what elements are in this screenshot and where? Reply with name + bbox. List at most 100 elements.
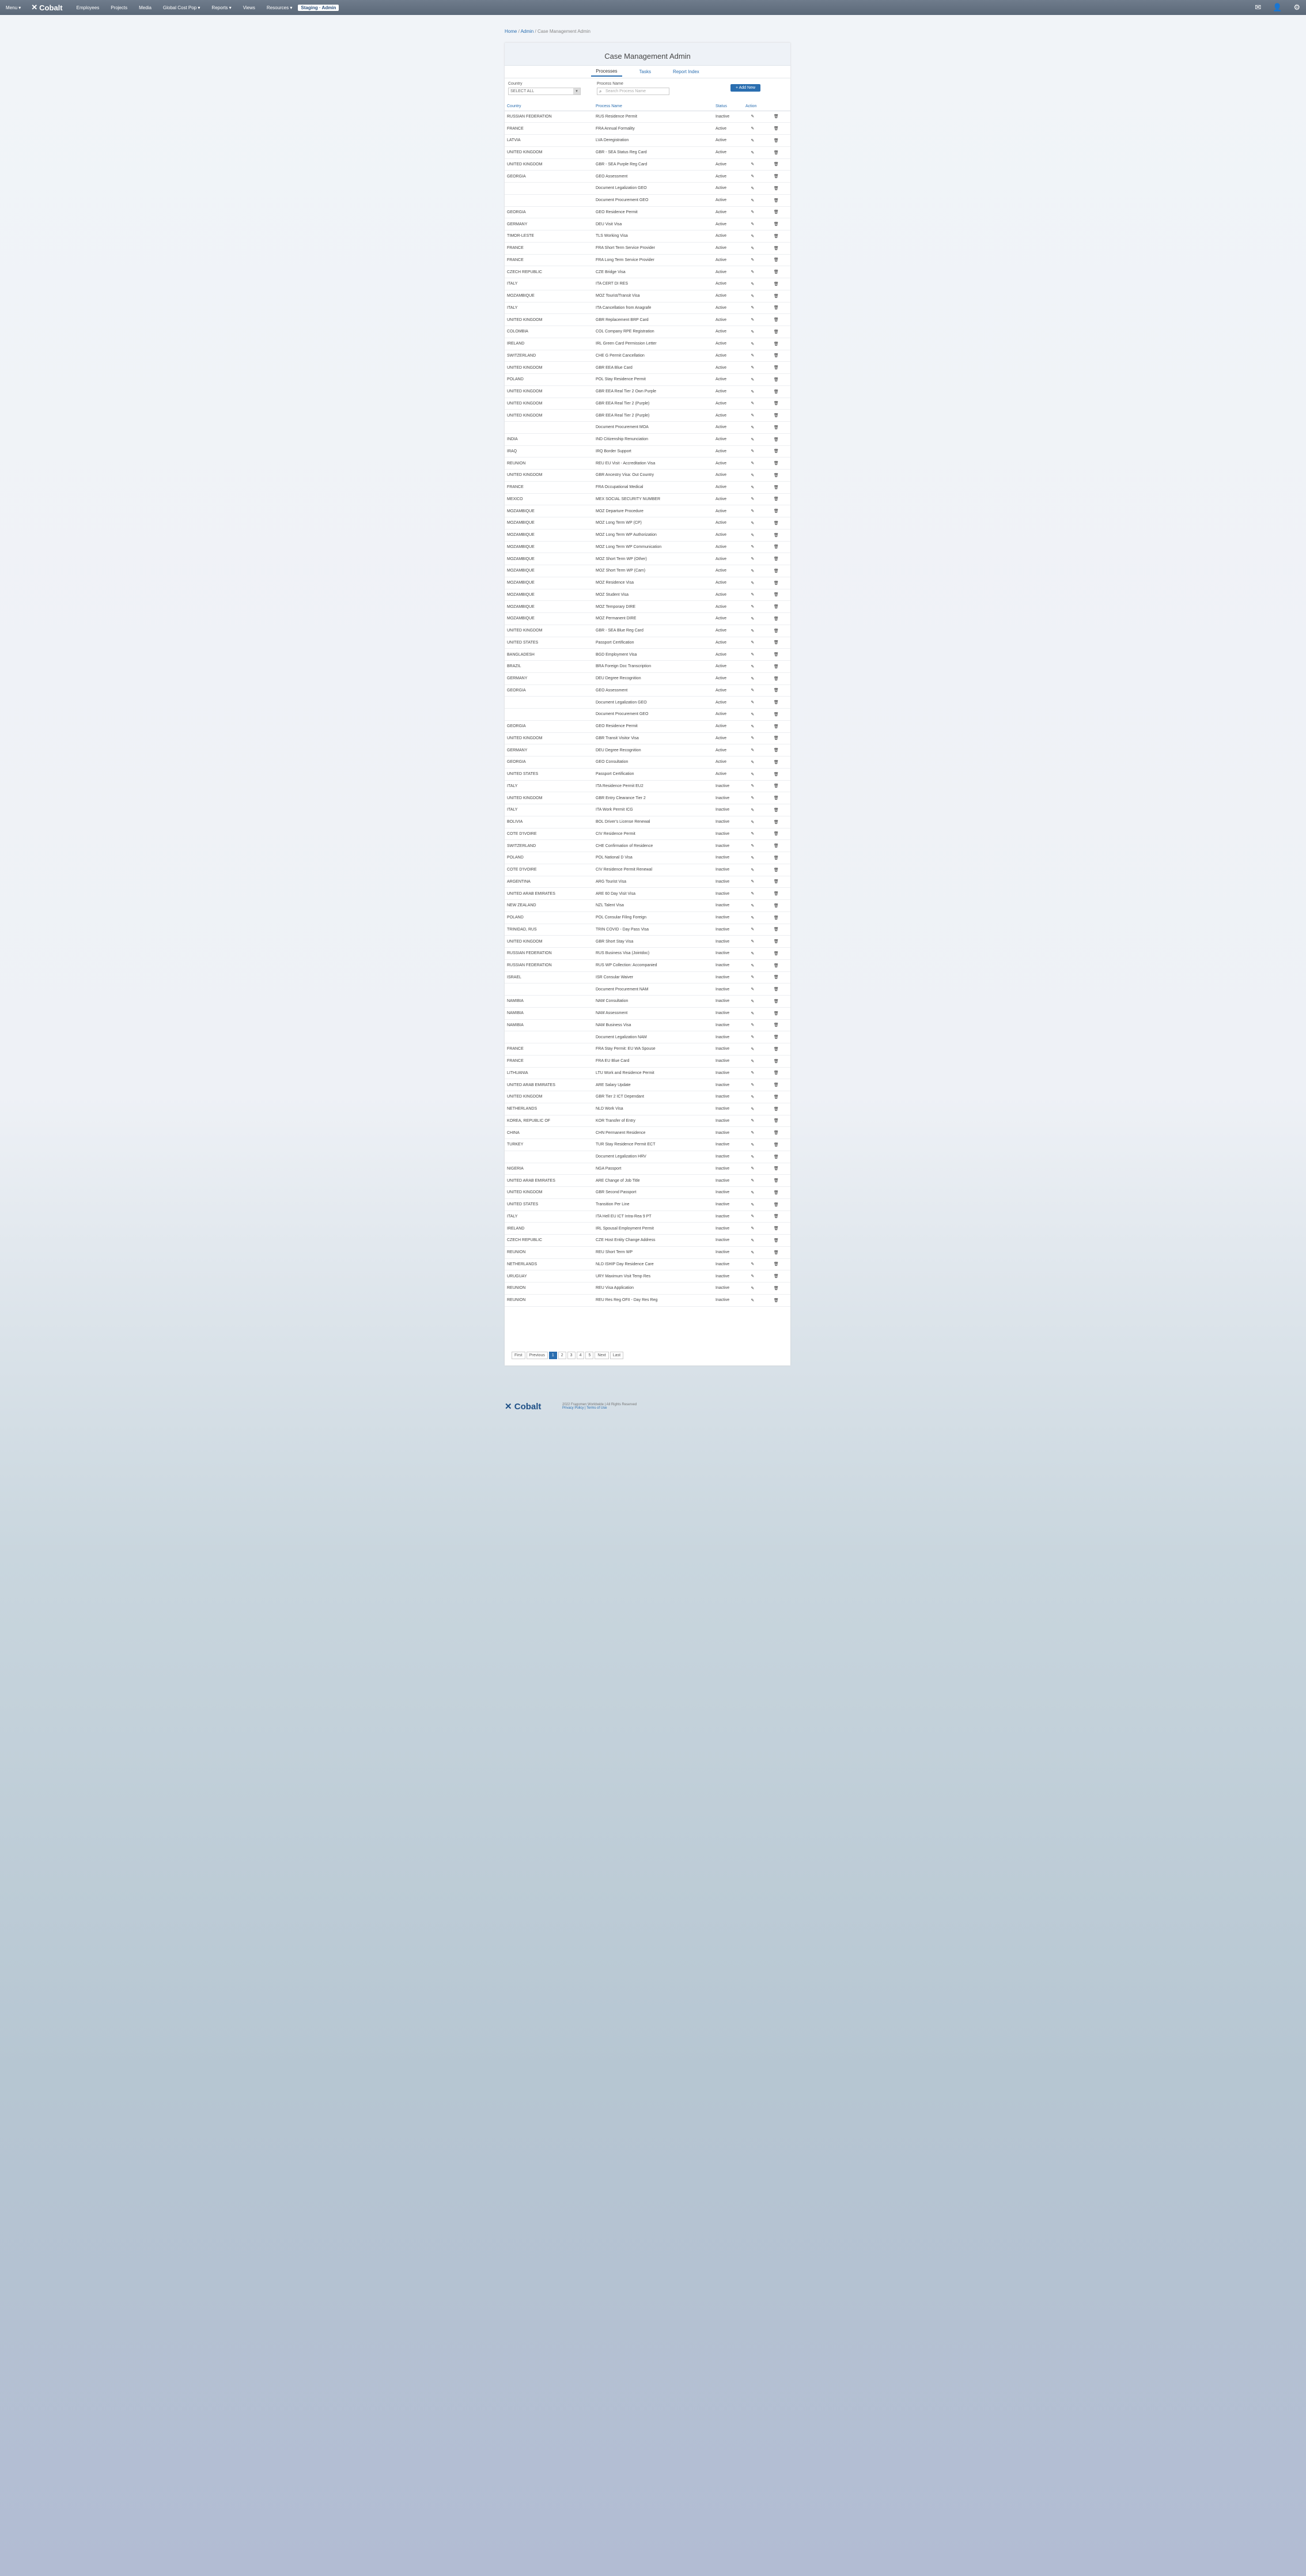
delete-icon[interactable]: 🗑 [762, 1246, 790, 1259]
delete-icon[interactable]: 🗑 [762, 278, 790, 290]
delete-icon[interactable]: 🗑 [762, 230, 790, 243]
edit-icon[interactable]: ✎ [743, 326, 762, 338]
process-name-cell[interactable]: LVA Deregistration [593, 134, 713, 147]
process-name-cell[interactable]: BRA Foreign Doc Transcription [593, 660, 713, 673]
edit-icon[interactable]: ✎ [743, 122, 762, 135]
delete-icon[interactable]: 🗑 [762, 648, 790, 661]
delete-icon[interactable]: 🗑 [762, 971, 790, 984]
process-name-cell[interactable]: MOZ Long Term WP Communication [593, 541, 713, 554]
edit-icon[interactable]: ✎ [743, 398, 762, 410]
edit-icon[interactable]: ✎ [743, 493, 762, 506]
delete-icon[interactable]: 🗑 [762, 600, 790, 613]
process-name-cell[interactable]: GBR Ancestry Visa: Out Country [593, 469, 713, 482]
process-name-cell[interactable]: FRA Short Term Service Provider [593, 242, 713, 255]
delete-icon[interactable]: 🗑 [762, 804, 790, 816]
delete-icon[interactable]: 🗑 [762, 899, 790, 912]
edit-icon[interactable]: ✎ [743, 1151, 762, 1163]
process-name-cell[interactable]: NZL Talent Visa [593, 899, 713, 912]
process-name-cell[interactable]: GBR - SEA Blue Reg Card [593, 625, 713, 637]
delete-icon[interactable]: 🗑 [762, 505, 790, 517]
process-name-cell[interactable]: FRA EU Blue Card [593, 1055, 713, 1068]
process-name-cell[interactable]: POL National D Visa [593, 852, 713, 864]
process-name-cell[interactable]: ITA Hell EU ICT Intra-Rea 9 PT [593, 1211, 713, 1223]
delete-icon[interactable]: 🗑 [762, 935, 790, 948]
edit-icon[interactable]: ✎ [743, 266, 762, 278]
process-name-cell[interactable]: ISR Consular Waiver [593, 971, 713, 984]
nav-media[interactable]: Media [133, 5, 157, 10]
edit-icon[interactable]: ✎ [743, 1294, 762, 1307]
process-name-cell[interactable]: MOZ Temporary DIRE [593, 600, 713, 613]
delete-icon[interactable]: 🗑 [762, 947, 790, 960]
edit-icon[interactable]: ✎ [743, 302, 762, 315]
process-name-cell[interactable]: DEU Degree Recognition [593, 672, 713, 685]
edit-icon[interactable]: ✎ [743, 924, 762, 936]
environment-badge[interactable]: Staging · Admin [298, 4, 339, 11]
page-5[interactable]: 5 [585, 1352, 594, 1359]
edit-icon[interactable]: ✎ [743, 1186, 762, 1199]
edit-icon[interactable]: ✎ [743, 684, 762, 697]
edit-icon[interactable]: ✎ [743, 218, 762, 230]
process-name-cell[interactable]: LTU Work and Residence Permit [593, 1067, 713, 1080]
edit-icon[interactable]: ✎ [743, 780, 762, 793]
delete-icon[interactable]: 🗑 [762, 1186, 790, 1199]
process-name-cell[interactable]: Document Legalization HRV [593, 1151, 713, 1163]
process-name-cell[interactable]: CIV Residence Permit [593, 828, 713, 841]
delete-icon[interactable]: 🗑 [762, 1031, 790, 1043]
edit-icon[interactable]: ✎ [743, 194, 762, 207]
edit-icon[interactable]: ✎ [743, 577, 762, 589]
delete-icon[interactable]: 🗑 [762, 732, 790, 745]
delete-icon[interactable]: 🗑 [762, 1055, 790, 1068]
edit-icon[interactable]: ✎ [743, 744, 762, 756]
process-name-cell[interactable]: TUR Stay Residence Permit ECT [593, 1138, 713, 1151]
process-name-cell[interactable]: MOZ Departure Procedure [593, 505, 713, 517]
delete-icon[interactable]: 🗑 [762, 1222, 790, 1235]
process-name-cell[interactable]: POL Consular Filing Foreign [593, 911, 713, 924]
page-first[interactable]: First [512, 1352, 525, 1359]
edit-icon[interactable]: ✎ [743, 254, 762, 267]
edit-icon[interactable]: ✎ [743, 134, 762, 147]
delete-icon[interactable]: 🗑 [762, 995, 790, 1008]
process-search-input[interactable]: ⌕ Search Process Name [597, 88, 669, 95]
edit-icon[interactable]: ✎ [743, 1007, 762, 1020]
edit-icon[interactable]: ✎ [743, 1079, 762, 1091]
edit-icon[interactable]: ✎ [743, 385, 762, 398]
edit-icon[interactable]: ✎ [743, 313, 762, 326]
edit-icon[interactable]: ✎ [743, 361, 762, 374]
edit-icon[interactable]: ✎ [743, 995, 762, 1008]
delete-icon[interactable]: 🗑 [762, 218, 790, 230]
process-name-cell[interactable]: CHN Permanent Residence [593, 1126, 713, 1139]
process-name-cell[interactable]: Document Procurement GEO [593, 194, 713, 207]
delete-icon[interactable]: 🗑 [762, 541, 790, 554]
delete-icon[interactable]: 🗑 [762, 433, 790, 446]
edit-icon[interactable]: ✎ [743, 816, 762, 829]
process-name-cell[interactable]: FRA Long Term Service Provider [593, 254, 713, 267]
edit-icon[interactable]: ✎ [743, 350, 762, 362]
edit-icon[interactable]: ✎ [743, 1103, 762, 1115]
process-name-cell[interactable]: MOZ Student Visa [593, 589, 713, 602]
process-name-cell[interactable]: ARE Change of Job Title [593, 1174, 713, 1187]
edit-icon[interactable]: ✎ [743, 457, 762, 470]
process-name-cell[interactable]: NAM Assessment [593, 1007, 713, 1020]
process-name-cell[interactable]: MOZ Permanent DIRE [593, 612, 713, 625]
process-name-cell[interactable]: Passport Certification [593, 637, 713, 649]
edit-icon[interactable]: ✎ [743, 1138, 762, 1151]
delete-icon[interactable]: 🗑 [762, 660, 790, 673]
delete-icon[interactable]: 🗑 [762, 338, 790, 350]
process-name-cell[interactable]: IRL Green Card Permission Letter [593, 338, 713, 350]
process-name-cell[interactable]: GBR Transit Visitor Visa [593, 732, 713, 745]
delete-icon[interactable]: 🗑 [762, 1198, 790, 1211]
edit-icon[interactable]: ✎ [743, 230, 762, 243]
edit-icon[interactable]: ✎ [743, 768, 762, 781]
menu-button[interactable]: Menu ▾ [0, 5, 27, 10]
delete-icon[interactable]: 🗑 [762, 313, 790, 326]
delete-icon[interactable]: 🗑 [762, 517, 790, 529]
edit-icon[interactable]: ✎ [743, 1067, 762, 1080]
delete-icon[interactable]: 🗑 [762, 744, 790, 756]
delete-icon[interactable]: 🗑 [762, 1282, 790, 1295]
delete-icon[interactable]: 🗑 [762, 254, 790, 267]
process-name-cell[interactable]: REU Res Reg OFII - Day Res Reg [593, 1294, 713, 1307]
edit-icon[interactable]: ✎ [743, 1258, 762, 1271]
process-name-cell[interactable]: MOZ Long Term WP (CP) [593, 517, 713, 529]
edit-icon[interactable]: ✎ [743, 278, 762, 290]
process-name-cell[interactable]: GEO Consultation [593, 756, 713, 769]
